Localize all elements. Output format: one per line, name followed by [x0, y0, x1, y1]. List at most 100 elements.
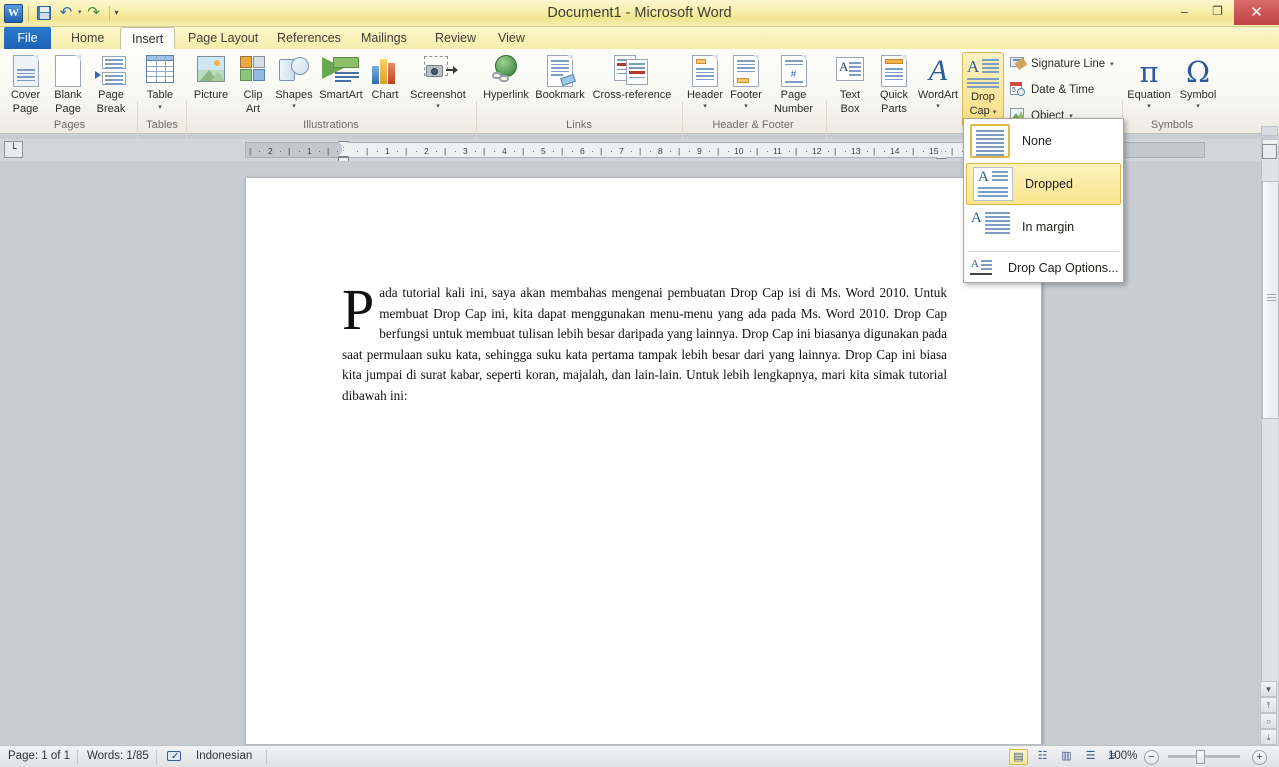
date-and-time-button[interactable]: 5 Date & Time [1010, 82, 1094, 97]
view-web-layout-button[interactable]: ▥ [1057, 749, 1076, 765]
screenshot-button[interactable]: Screenshot ▾ [404, 55, 472, 113]
footer-dropdown-icon[interactable]: ▾ [726, 101, 766, 113]
tab-stop-selector-button[interactable]: └ [4, 141, 23, 158]
group-label-symbols: Symbols [1150, 119, 1194, 131]
scroll-down-button[interactable]: ▼ [1260, 681, 1277, 697]
select-browse-object-button[interactable]: ○ [1260, 713, 1277, 729]
tab-view[interactable]: View [487, 27, 536, 49]
tab-page-layout[interactable]: Page Layout [177, 27, 269, 49]
label: Page [780, 89, 807, 101]
tab-home[interactable]: Home [60, 27, 115, 49]
drop-cap-dropdown-icon[interactable]: ▾ [993, 109, 997, 116]
drop-cap-button[interactable]: A Drop Cap ▾ [962, 52, 1004, 128]
wordart-button[interactable]: A WordArt ▾ [916, 55, 960, 113]
label: Chart [371, 89, 399, 101]
label: None [1022, 134, 1052, 148]
vertical-scrollbar[interactable]: ▲ ▼ ⤒ ○ ⤓ [1260, 139, 1279, 745]
previous-page-button[interactable]: ⤒ [1260, 697, 1277, 713]
view-full-screen-reading-button[interactable]: ☷ [1033, 749, 1052, 765]
label: Text [839, 89, 861, 101]
header-dropdown-icon[interactable]: ▾ [684, 101, 726, 113]
page-number-button[interactable]: # Page Number [766, 55, 821, 115]
word-count[interactable]: Words: 1/85 [87, 746, 149, 767]
cross-reference-button[interactable]: Cross-reference [586, 55, 678, 101]
label: Number [773, 103, 814, 115]
drop-cap-option-dropped[interactable]: A Dropped [966, 163, 1121, 205]
shapes-button[interactable]: Shapes ▾ [272, 55, 316, 113]
drop-cap-option-none[interactable]: None [964, 119, 1123, 163]
table-button[interactable]: Table ▾ [140, 55, 180, 114]
symbol-button[interactable]: Ω Symbol ▾ [1176, 55, 1220, 113]
page-indicator[interactable]: Page: 1 of 1 [8, 746, 70, 767]
chart-button[interactable]: Chart [366, 55, 404, 101]
select-browse-object-icon[interactable] [1262, 144, 1277, 159]
label: Dropped [1025, 177, 1073, 191]
hyperlink-button[interactable]: Hyperlink [478, 55, 534, 101]
ruler-tick: 2 [268, 146, 273, 156]
view-outline-button[interactable]: ☰ [1081, 749, 1100, 765]
signature-line-button[interactable]: Signature Line ▾ [1010, 56, 1114, 71]
next-page-button[interactable]: ⤓ [1260, 729, 1277, 745]
text-box-button[interactable]: A Text Box [830, 55, 870, 115]
ribbon-tab-strip: File Home Insert Page Layout References … [0, 27, 1279, 49]
picture-button[interactable]: Picture [188, 55, 234, 101]
minimize-button[interactable]: – [1168, 1, 1201, 22]
quick-parts-button[interactable]: Quick Parts [872, 55, 916, 115]
label: Screenshot [410, 89, 466, 101]
language-indicator[interactable]: Indonesian [196, 746, 252, 767]
zoom-out-button[interactable]: − [1144, 750, 1159, 765]
label: SmartArt [319, 89, 363, 101]
proofing-errors-icon[interactable]: ✓ [166, 750, 184, 764]
shapes-dropdown-icon[interactable]: ▾ [272, 101, 316, 113]
equation-button[interactable]: π Equation ▾ [1124, 55, 1174, 113]
screenshot-dropdown-icon[interactable]: ▾ [404, 101, 472, 113]
smartart-button[interactable]: SmartArt [316, 55, 366, 101]
zoom-slider-thumb[interactable] [1196, 750, 1205, 764]
table-dropdown-icon[interactable]: ▾ [140, 102, 180, 114]
label: Shapes [275, 89, 313, 101]
label: Cap [969, 105, 990, 117]
paragraph-text: ada tutorial kali ini, saya akan membaha… [342, 285, 947, 403]
label: Break [96, 103, 126, 115]
view-print-layout-button[interactable]: ▤ [1009, 749, 1028, 765]
signature-line-icon [1010, 56, 1028, 71]
zoom-in-button[interactable]: + [1252, 750, 1267, 765]
header-button[interactable]: Header ▾ [684, 55, 726, 113]
page-break-button[interactable]: Page Break [89, 55, 133, 115]
label: Symbol [1179, 89, 1217, 101]
restore-button[interactable]: ❐ [1201, 1, 1234, 22]
blank-page-button[interactable]: Blank Page [48, 55, 88, 115]
group-label-illustrations: Illustrations [303, 119, 359, 131]
window-title: Document1 - Microsoft Word [547, 5, 732, 21]
footer-button[interactable]: Footer ▾ [726, 55, 766, 113]
symbol-dropdown-icon[interactable]: ▾ [1176, 101, 1220, 113]
clip-art-button[interactable]: Clip Art [236, 55, 270, 115]
zoom-level-label[interactable]: 100% [1108, 746, 1137, 767]
status-bar: Page: 1 of 1 Words: 1/85 ✓ Indonesian ▤ … [0, 745, 1279, 767]
drop-cap-gallery-menu[interactable]: None A Dropped A In margin A Drop Cap Op… [963, 118, 1124, 283]
divider [156, 750, 157, 764]
tab-file[interactable]: File [4, 27, 51, 49]
cover-page-button[interactable]: Cover Page [3, 55, 48, 115]
drop-cap-options-item[interactable]: A Drop Cap Options... [964, 254, 1123, 282]
scrollbar-thumb[interactable] [1262, 181, 1279, 419]
label: Page [98, 89, 124, 101]
document-page[interactable]: Pada tutorial kali ini, saya akan membah… [245, 177, 1042, 745]
label: WordArt [917, 89, 959, 101]
tab-references[interactable]: References [266, 27, 352, 49]
label: In margin [1022, 220, 1075, 234]
document-paragraph[interactable]: Pada tutorial kali ini, saya akan membah… [342, 281, 947, 406]
label: Date & Time [1031, 83, 1095, 96]
drop-cap-option-in-margin[interactable]: A In margin [964, 205, 1123, 249]
label: Header [686, 89, 724, 101]
tab-insert[interactable]: Insert [120, 27, 176, 49]
none-thumb-icon [970, 124, 1010, 158]
split-window-handle[interactable] [1261, 126, 1278, 136]
tab-review[interactable]: Review [424, 27, 487, 49]
tab-mailings[interactable]: Mailings [350, 27, 418, 49]
signature-line-dropdown-icon[interactable]: ▾ [1110, 60, 1114, 68]
bookmark-button[interactable]: Bookmark [532, 55, 588, 101]
wordart-dropdown-icon[interactable]: ▾ [916, 101, 960, 113]
equation-dropdown-icon[interactable]: ▾ [1124, 101, 1174, 113]
close-button[interactable]: ✕ [1234, 0, 1279, 25]
